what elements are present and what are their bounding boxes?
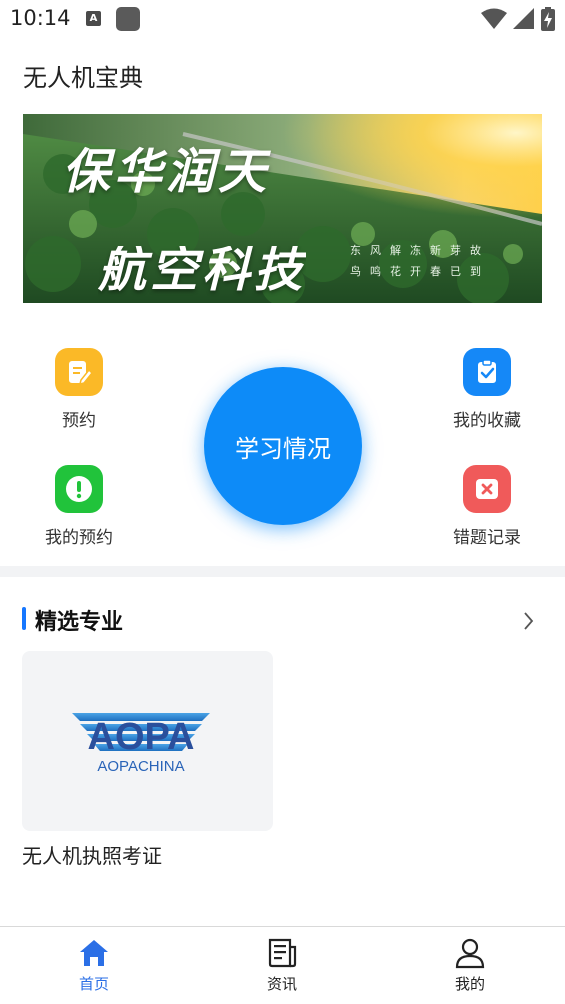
status-bar: 10:14 A xyxy=(0,0,565,38)
section-accent-bar xyxy=(22,607,26,630)
course-title[interactable]: 无人机执照考证 xyxy=(22,840,162,869)
app-square-icon xyxy=(116,7,140,31)
logo-main-text: AOPA xyxy=(88,716,195,758)
aopa-logo: AOPA AOPACHINA xyxy=(72,713,210,775)
section-title: 精选专业 xyxy=(35,610,124,635)
home-icon xyxy=(34,937,154,969)
study-status-button[interactable]: 学习情况 xyxy=(204,367,362,525)
status-indicators xyxy=(481,7,555,31)
banner-poem-line2: 鸟鸣花开春已到 xyxy=(350,265,490,278)
my-reservations-label: 我的预约 xyxy=(45,528,113,548)
chevron-right-icon[interactable] xyxy=(520,610,536,632)
status-time: 10:14 xyxy=(10,6,71,30)
nav-profile-label: 我的 xyxy=(454,975,485,993)
signal-icon xyxy=(513,8,534,29)
app-title: 无人机宝典 xyxy=(23,64,143,92)
note-edit-icon xyxy=(55,348,103,396)
wrong-records-action[interactable]: 错题记录 xyxy=(427,465,547,548)
favorites-action[interactable]: 我的收藏 xyxy=(427,348,547,431)
news-icon xyxy=(222,937,342,969)
battery-charging-icon xyxy=(541,7,555,31)
a-notification-icon: A xyxy=(86,11,101,26)
home-screen: 10:14 A 无人机宝典 保华润天 航空科技 东风解冻新芽故 鸟鸣花开春已到 … xyxy=(0,0,565,1004)
nav-home[interactable]: 首页 xyxy=(34,927,154,1004)
wrong-records-label: 错题记录 xyxy=(453,528,521,548)
my-reservations-action[interactable]: 我的预约 xyxy=(19,465,139,548)
user-icon xyxy=(410,937,530,969)
reserve-label: 预约 xyxy=(62,411,96,431)
wifi-icon xyxy=(481,8,507,29)
logo-sub-text: AOPACHINA xyxy=(97,758,184,775)
banner-poem-line1: 东风解冻新芽故 xyxy=(350,244,490,257)
nav-news[interactable]: 资讯 xyxy=(222,927,342,1004)
clipboard-check-icon xyxy=(463,348,511,396)
nav-home-label: 首页 xyxy=(78,975,109,993)
alert-icon xyxy=(55,465,103,513)
close-card-icon xyxy=(463,465,511,513)
nav-news-label: 资讯 xyxy=(266,975,297,993)
favorites-label: 我的收藏 xyxy=(453,411,521,431)
bottom-nav: 首页 资讯 我的 xyxy=(0,926,565,1004)
banner-headline-line2: 航空科技 xyxy=(98,246,307,298)
course-card[interactable]: AOPA AOPACHINA xyxy=(22,651,273,831)
section-divider xyxy=(0,566,565,577)
banner-headline-line1: 保华润天 xyxy=(62,144,271,200)
reserve-action[interactable]: 预约 xyxy=(19,348,139,431)
nav-profile[interactable]: 我的 xyxy=(410,927,530,1004)
